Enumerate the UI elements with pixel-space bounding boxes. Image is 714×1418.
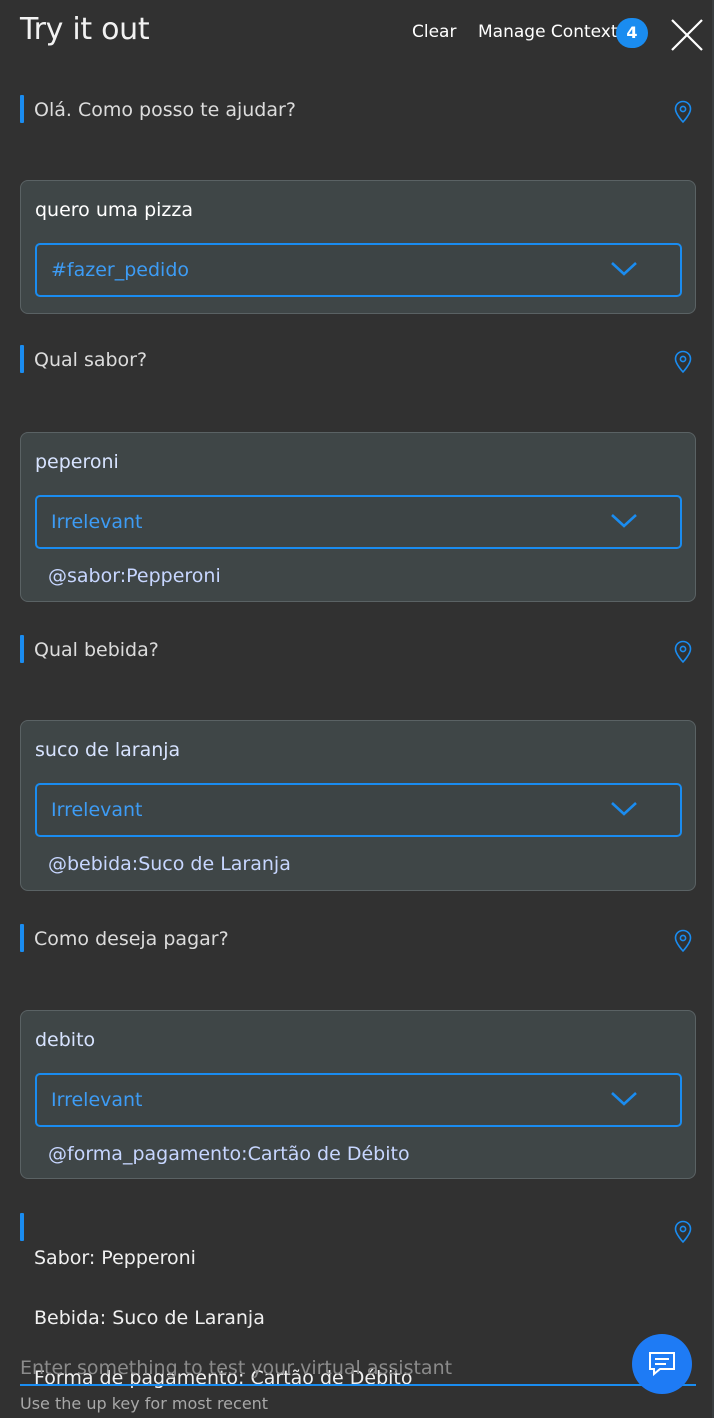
location-pin-icon[interactable]	[674, 350, 692, 374]
summary-line-drink: Bebida: Suco de Laranja	[34, 1307, 265, 1329]
summary-text: Sabor: Pepperoni Bebida: Suco de Laranja…	[34, 1213, 413, 1418]
intent-value: #fazer_pedido	[51, 259, 190, 281]
user-input-card: debito Irrelevant @forma_pagamento:Cartã…	[20, 1010, 696, 1179]
user-input-text: suco de laranja	[35, 739, 181, 761]
location-pin-icon[interactable]	[674, 1220, 692, 1244]
intent-dropdown[interactable]: Irrelevant	[35, 783, 682, 837]
clear-button[interactable]: Clear	[412, 22, 456, 42]
message-accent-bar	[20, 635, 24, 663]
assistant-message: Olá. Como posso te ajudar?	[20, 95, 694, 125]
user-input-card: peperoni Irrelevant @sabor:Pepperoni	[20, 432, 696, 602]
user-input-card: suco de laranja Irrelevant @bebida:Suco …	[20, 720, 696, 891]
assistant-message-text: Como deseja pagar?	[34, 928, 229, 950]
entity-label[interactable]: @bebida:Suco de Laranja	[48, 853, 291, 875]
intent-dropdown[interactable]: Irrelevant	[35, 1073, 682, 1127]
input-hint: Use the up key for most recent	[20, 1394, 269, 1413]
manage-context-button[interactable]: Manage Context	[478, 22, 618, 42]
assistant-summary-message: Sabor: Pepperoni Bebida: Suco de Laranja…	[20, 1213, 694, 1389]
message-accent-bar	[20, 345, 24, 373]
user-input-text: debito	[35, 1029, 96, 1051]
user-input-text: peperoni	[35, 451, 119, 473]
assistant-message-text: Qual bebida?	[34, 639, 159, 661]
assistant-message: Como deseja pagar?	[20, 924, 694, 954]
intent-value: Irrelevant	[51, 1089, 143, 1111]
panel-header: Try it out Clear Manage Context 4	[0, 0, 712, 66]
message-input[interactable]	[20, 1354, 620, 1382]
message-accent-bar	[20, 924, 24, 952]
try-it-out-panel: Try it out Clear Manage Context 4 Olá. C…	[0, 0, 714, 1418]
assistant-message-text: Olá. Como posso te ajudar?	[34, 99, 296, 121]
chevron-down-icon	[610, 1089, 638, 1109]
summary-line-flavor: Sabor: Pepperoni	[34, 1247, 196, 1269]
user-input-text: quero uma pizza	[35, 199, 194, 221]
entity-label[interactable]: @forma_pagamento:Cartão de Débito	[48, 1143, 410, 1165]
chevron-down-icon	[610, 799, 638, 819]
chevron-down-icon	[610, 511, 638, 531]
location-pin-icon[interactable]	[674, 929, 692, 953]
location-pin-icon[interactable]	[674, 100, 692, 124]
chevron-down-icon	[610, 259, 638, 279]
assistant-message: Qual sabor?	[20, 345, 694, 375]
panel-title: Try it out	[20, 12, 150, 47]
message-accent-bar	[20, 95, 24, 123]
close-icon[interactable]	[668, 16, 706, 54]
intent-dropdown[interactable]: Irrelevant	[35, 495, 682, 549]
intent-value: Irrelevant	[51, 511, 143, 533]
location-pin-icon[interactable]	[674, 640, 692, 664]
intent-dropdown[interactable]: #fazer_pedido	[35, 243, 682, 297]
context-count-badge[interactable]: 4	[616, 18, 648, 48]
entity-label[interactable]: @sabor:Pepperoni	[48, 565, 221, 587]
user-input-card: quero uma pizza #fazer_pedido	[20, 180, 696, 314]
assistant-message-text: Qual sabor?	[34, 349, 148, 371]
assistant-message: Qual bebida?	[20, 635, 694, 665]
message-input-container	[20, 1354, 696, 1386]
chat-bubble-icon[interactable]	[632, 1334, 692, 1394]
intent-value: Irrelevant	[51, 799, 143, 821]
message-accent-bar	[20, 1213, 24, 1241]
